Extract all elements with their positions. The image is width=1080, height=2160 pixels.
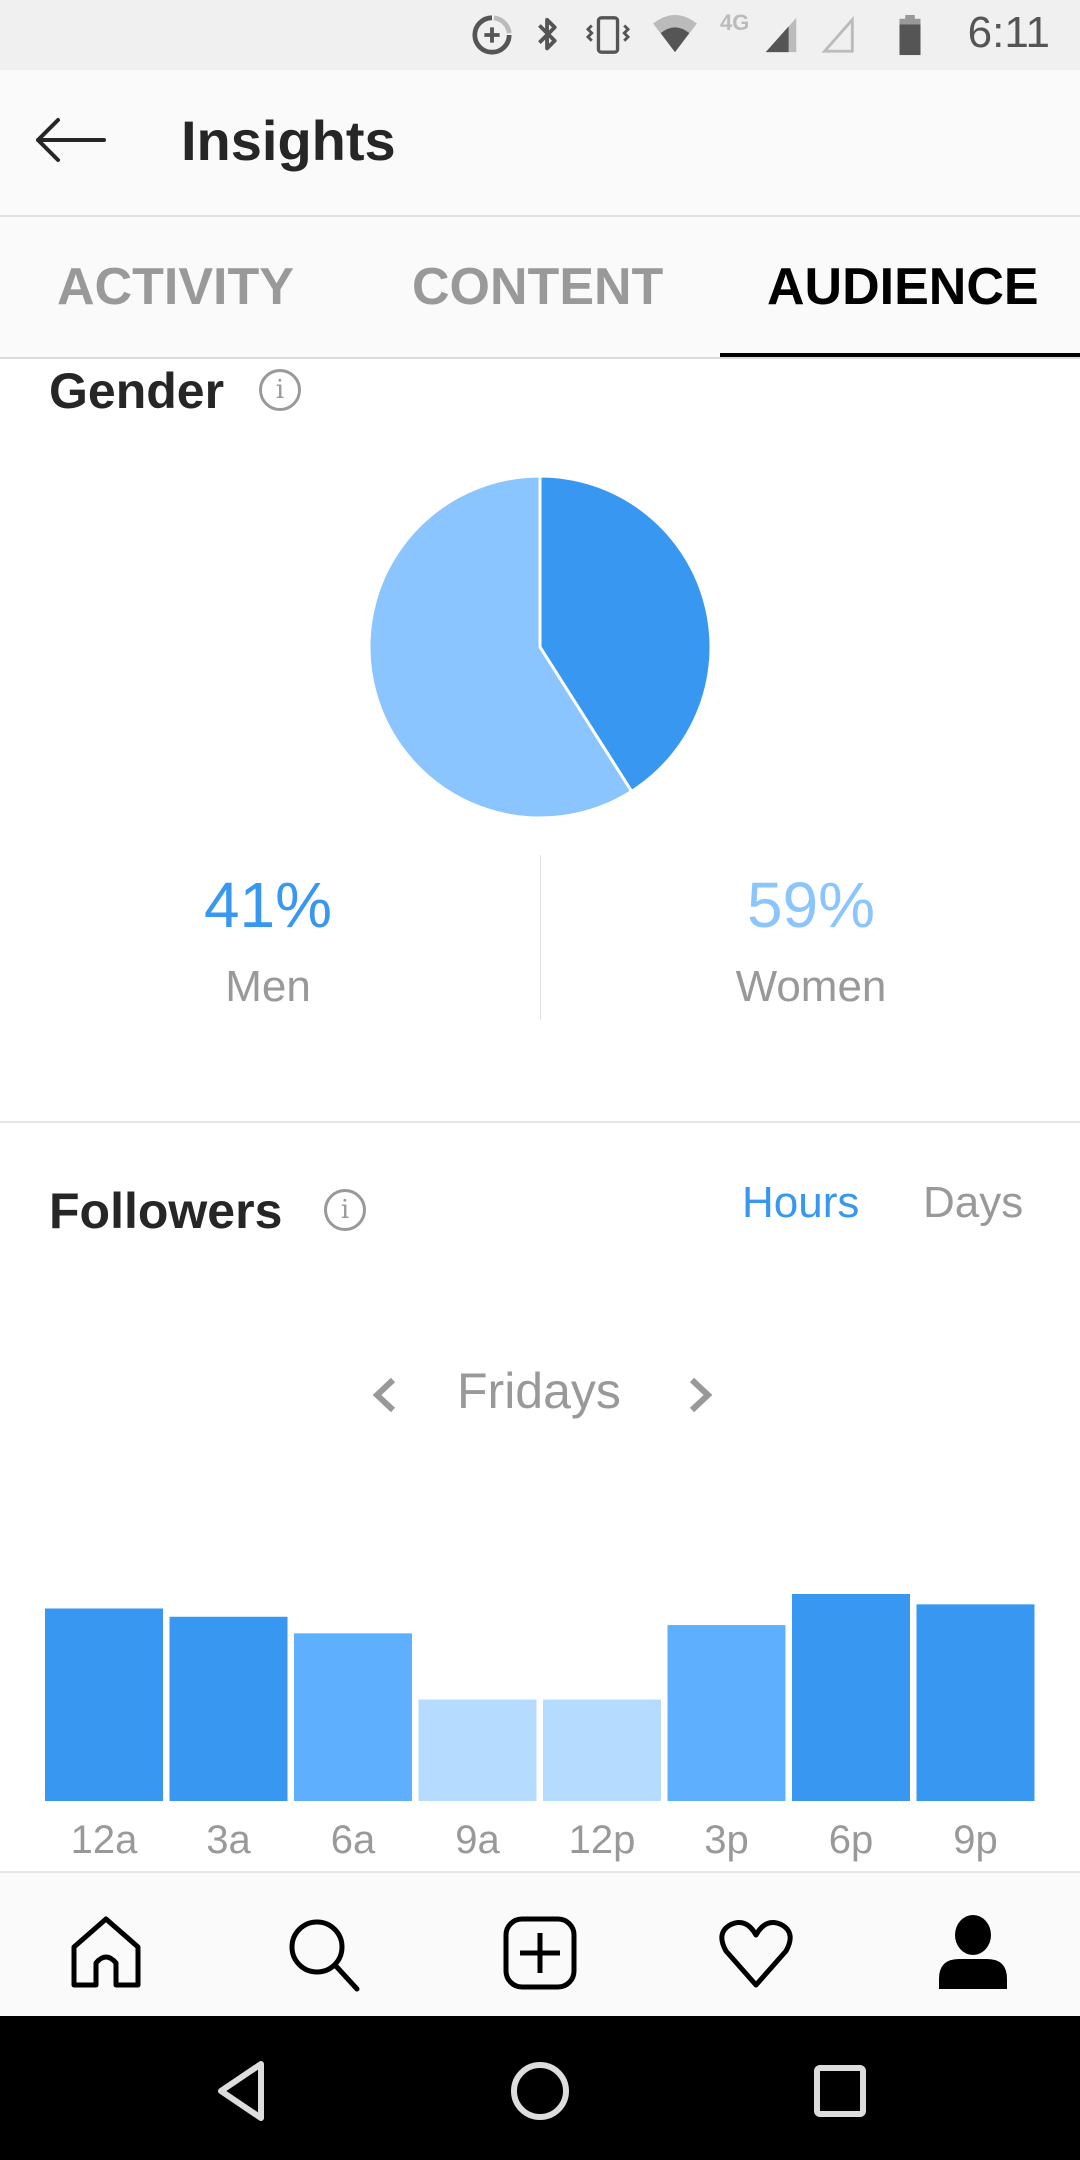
- section-divider: [0, 1121, 1080, 1123]
- gender-title: Gender: [49, 363, 225, 419]
- women-label: Women: [735, 962, 887, 1011]
- x-tick-label-3p: 3p: [704, 1818, 749, 1862]
- system-home-icon[interactable]: [505, 2056, 575, 2126]
- data-saver-icon: [472, 15, 512, 55]
- search-icon[interactable]: [283, 1913, 363, 1993]
- tab-content[interactable]: CONTENT: [412, 257, 663, 317]
- cell-signal-empty-icon: [821, 15, 854, 53]
- days-toggle[interactable]: Days: [923, 1178, 1023, 1228]
- app-bar: Insights: [0, 70, 1080, 217]
- chevron-right-icon[interactable]: [680, 1370, 720, 1420]
- x-tick-label-9p: 9p: [953, 1818, 998, 1862]
- profile-icon[interactable]: [933, 1913, 1013, 1993]
- men-label: Men: [225, 962, 311, 1011]
- wifi-icon: [653, 14, 697, 53]
- status-bar: 4G 6:11: [0, 0, 1080, 70]
- system-navigation-bar: [0, 2016, 1080, 2160]
- chevron-left-icon[interactable]: [365, 1370, 405, 1420]
- arrow-left-icon[interactable]: [32, 110, 112, 170]
- bluetooth-icon: [538, 17, 557, 51]
- x-tick-label-12p: 12p: [568, 1818, 636, 1862]
- active-tab-indicator: [720, 353, 1080, 357]
- gender-pie-chart: [367, 474, 713, 820]
- add-post-icon[interactable]: [500, 1913, 580, 1993]
- women-percentage: 59%: [746, 869, 876, 941]
- page-title: Insights: [181, 109, 396, 172]
- tab-audience[interactable]: AUDIENCE: [767, 257, 1039, 317]
- cell-signal-icon: [765, 17, 797, 53]
- system-back-icon[interactable]: [206, 2056, 276, 2126]
- day-selector-label: Fridays: [457, 1363, 621, 1419]
- bar-6p: [792, 1594, 910, 1801]
- x-tick-label-6a: 6a: [330, 1818, 376, 1862]
- x-tick-label-9a: 9a: [455, 1818, 500, 1862]
- vibrate-icon: [585, 16, 631, 54]
- men-percentage: 41%: [203, 869, 333, 941]
- network-type-label: 4G: [720, 10, 750, 35]
- bar-3p: [667, 1625, 786, 1801]
- stats-divider: [540, 855, 541, 1020]
- followers-bar-chart: [45, 1594, 1035, 1801]
- tab-bar: ACTIVITY CONTENT AUDIENCE: [0, 217, 1080, 359]
- bar-12p: [543, 1699, 661, 1801]
- followers-info-icon[interactable]: i: [324, 1189, 366, 1231]
- x-tick-label-6p: 6p: [828, 1818, 874, 1862]
- activity-heart-icon[interactable]: [716, 1913, 796, 1993]
- bar-9p: [916, 1604, 1035, 1801]
- bottom-navigation: [0, 1871, 1080, 2017]
- x-tick-label-3a: 3a: [206, 1818, 251, 1862]
- hours-toggle[interactable]: Hours: [742, 1178, 859, 1228]
- x-tick-label-12a: 12a: [70, 1818, 138, 1862]
- gender-info-icon[interactable]: i: [259, 369, 301, 411]
- bar-3a: [169, 1616, 288, 1801]
- home-icon[interactable]: [66, 1913, 146, 1993]
- tab-activity[interactable]: ACTIVITY: [57, 257, 294, 317]
- followers-title: Followers: [49, 1183, 283, 1239]
- bar-12a: [45, 1608, 163, 1801]
- bar-6a: [294, 1633, 412, 1801]
- battery-icon: [899, 14, 921, 56]
- bar-9a: [418, 1699, 537, 1801]
- clock: 6:11: [967, 8, 1050, 57]
- system-recents-icon[interactable]: [805, 2056, 875, 2126]
